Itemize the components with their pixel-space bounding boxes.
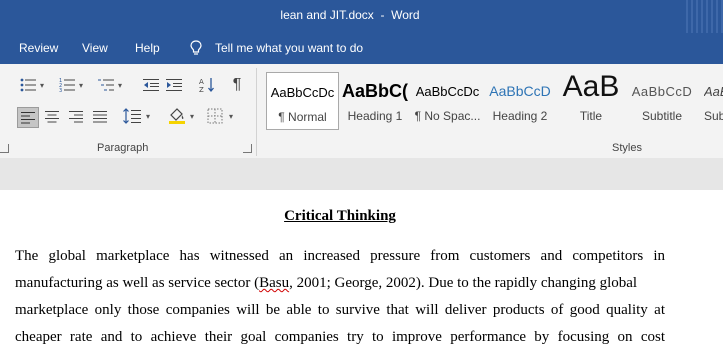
- borders-icon[interactable]: [205, 107, 225, 125]
- style-title-sample: AaB: [562, 70, 620, 103]
- svg-text:Z: Z: [199, 86, 204, 93]
- spelling-error-word[interactable]: Basu: [259, 275, 289, 291]
- document-heading: Critical Thinking: [284, 208, 396, 224]
- style-normal[interactable]: AaBbCcDc ¶ Normal: [266, 72, 339, 130]
- style-subtle-name: Sub: [704, 109, 723, 123]
- document-paragraph[interactable]: The global marketplace has witnessed an …: [15, 243, 665, 351]
- pilcrow-icon[interactable]: ¶: [227, 76, 247, 94]
- style-subtle-emphasis[interactable]: AaBbCcDd Sub: [698, 72, 723, 130]
- bullet-list-icon[interactable]: [18, 76, 38, 94]
- ribbon-tabs: Review View Help Tell me what you want t…: [0, 33, 723, 64]
- align-right-icon[interactable]: [66, 108, 86, 126]
- line-text: manufacturing as well as service sector …: [15, 275, 260, 291]
- align-left-icon[interactable]: [17, 107, 39, 128]
- style-heading-1-name: Heading 1: [347, 109, 403, 123]
- style-heading-2[interactable]: AaBbCcD Heading 2: [485, 72, 555, 130]
- style-heading-1[interactable]: AaBbC( Heading 1: [340, 72, 410, 130]
- borders-dropdown-icon[interactable]: ▾: [229, 112, 233, 121]
- line-spacing-dropdown-icon[interactable]: ▾: [146, 112, 150, 121]
- paragraph-group-label: Paragraph: [97, 142, 149, 154]
- tab-help[interactable]: Help: [135, 41, 160, 55]
- style-no-spacing-name: ¶ No Spac...: [414, 109, 481, 123]
- svg-text:3: 3: [59, 88, 62, 92]
- multilevel-dropdown-icon[interactable]: ▾: [118, 81, 122, 90]
- group-separator: [256, 68, 257, 156]
- styles-gallery: AaBbCcDc ¶ Normal AaBbC( Heading 1 AaBbC…: [266, 70, 723, 132]
- paragraph-line: manufacturing as well as service sector …: [15, 270, 665, 297]
- titlebar-pattern: [683, 0, 723, 33]
- tab-review[interactable]: Review: [19, 41, 58, 55]
- style-no-spacing-sample: AaBbCcDc: [415, 84, 480, 99]
- style-subtitle-sample: AaBbCcD: [631, 84, 693, 99]
- style-heading-1-sample: AaBbC(: [342, 81, 408, 101]
- line-text: , 2001; George, 2002). Due to the rapidl…: [289, 275, 638, 291]
- style-heading-2-sample: AaBbCcD: [489, 83, 551, 99]
- ribbon: ▾ 123 ▾ ▾ AZ ¶ ▾ ▾ ▾ Paragraph Styles Aa…: [0, 64, 723, 159]
- shading-dropdown-icon[interactable]: ▾: [190, 112, 194, 121]
- svg-text:A: A: [199, 78, 204, 86]
- font-dialog-launcher-icon[interactable]: [0, 144, 9, 153]
- style-subtitle[interactable]: AaBbCcD Subtitle: [627, 72, 697, 130]
- style-heading-2-name: Heading 2: [492, 109, 548, 123]
- style-normal-name: ¶ Normal: [278, 110, 327, 124]
- document-canvas-margin: [0, 158, 723, 190]
- paragraph-line: marketplace only those companies will be…: [15, 302, 665, 318]
- sort-az-icon[interactable]: AZ: [197, 76, 217, 94]
- bullets-dropdown-icon[interactable]: ▾: [40, 81, 44, 90]
- paragraph-dialog-launcher-icon[interactable]: [243, 144, 252, 153]
- tab-view[interactable]: View: [82, 41, 108, 55]
- increase-indent-icon[interactable]: [164, 76, 184, 94]
- numbering-dropdown-icon[interactable]: ▾: [79, 81, 83, 90]
- justify-icon[interactable]: [90, 108, 110, 126]
- decrease-indent-icon[interactable]: [141, 76, 161, 94]
- align-center-icon[interactable]: [42, 108, 62, 126]
- paragraph-line: The global marketplace has witnessed an …: [15, 248, 665, 264]
- document-page[interactable]: Critical Thinking The global marketplace…: [0, 190, 723, 345]
- style-title[interactable]: AaB Title: [556, 70, 626, 130]
- style-normal-sample: AaBbCcDc: [270, 85, 335, 100]
- lightbulb-icon: [190, 40, 202, 55]
- numbered-list-icon[interactable]: 123: [57, 76, 77, 94]
- multilevel-list-icon[interactable]: [96, 76, 116, 94]
- title-bar: lean and JIT.docx - Word: [0, 0, 723, 33]
- style-subtle-sample: AaBbCcDd: [704, 84, 723, 99]
- shading-icon[interactable]: [167, 106, 187, 124]
- styles-group-label: Styles: [612, 142, 642, 154]
- tell-me-label: Tell me what you want to do: [215, 41, 364, 55]
- style-subtitle-name: Subtitle: [641, 109, 683, 123]
- paragraph-line: cheaper rate and to achieve their goal c…: [15, 329, 665, 345]
- style-no-spacing[interactable]: AaBbCcDc ¶ No Spac...: [411, 72, 484, 130]
- window-title: lean and JIT.docx - Word: [280, 8, 420, 22]
- style-title-name: Title: [579, 109, 603, 123]
- line-spacing-icon[interactable]: [122, 107, 142, 125]
